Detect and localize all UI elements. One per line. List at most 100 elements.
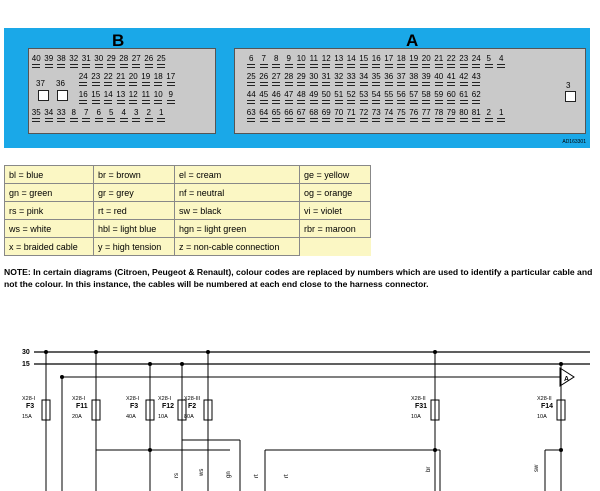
pin-contact (247, 64, 256, 65)
pin-contact (459, 103, 468, 104)
pin-contact (247, 121, 256, 122)
pin-contact (82, 64, 91, 65)
pin: 75 (395, 108, 408, 122)
legend-cell: rt = red (93, 201, 175, 220)
connector-panel: B A AD163301 40 39 38 32 31 30 29 28 27 26 25 24 23 2… (4, 28, 590, 148)
pin-contact (119, 67, 128, 68)
pin-number: 63 (246, 108, 256, 117)
pin: 77 (420, 108, 433, 122)
fuse-name: F31 (415, 403, 427, 410)
pin: 17 (383, 54, 396, 68)
pin-number: 59 (434, 90, 444, 99)
pin-number: 2 (486, 108, 491, 117)
pin-number: 58 (421, 90, 431, 99)
fuse-rating: 20A (72, 414, 82, 420)
pin-contact (141, 82, 150, 83)
legend-cell: rbr = maroon (299, 219, 371, 238)
legend-row: x = braided cable y = high tension z = non… (4, 237, 371, 256)
pin-contact (472, 103, 481, 104)
pin-contact (447, 67, 456, 68)
pin-contact (347, 121, 356, 122)
pin-number: 73 (371, 108, 381, 117)
legend-cell: hbl = light blue (93, 219, 175, 238)
pin-contact (322, 121, 331, 122)
pin-number: 49 (309, 90, 319, 99)
pin: 5 (105, 108, 118, 122)
fuse-name: F3 (130, 403, 138, 410)
pin-contact (409, 64, 418, 65)
pin-contact (322, 64, 331, 65)
pin-contact (259, 64, 268, 65)
pin-contact (157, 67, 166, 68)
pin-contact (459, 100, 468, 101)
pin: 22 (445, 54, 458, 68)
pin-number: 72 (359, 108, 369, 117)
pin-number: 18 (153, 72, 163, 81)
fuse-connector-label: X28-II (411, 396, 426, 402)
connector-a-row3: 44 45 46 47 48 49 50 51 52 53 54 55 56 57 58 59 60 61 62 (245, 90, 483, 104)
pin-number: 21 (116, 72, 126, 81)
pin: 46 (270, 90, 283, 104)
pin-number: 37 (396, 72, 406, 81)
pin-contact (247, 85, 256, 86)
pin-number: 22 (103, 72, 113, 81)
connector-b-row4: 35 34 33 8 7 6 5 4 3 2 1 (30, 108, 168, 122)
pin-contact (116, 82, 125, 83)
pin-number: 38 (56, 54, 66, 63)
pin-number: 4 (499, 54, 504, 63)
pin-contact (104, 82, 113, 83)
pin: 25 (245, 72, 258, 86)
pin-number: 27 (131, 54, 141, 63)
pin-contact (284, 82, 293, 83)
pin-contact (284, 121, 293, 122)
pin: 61 (458, 90, 471, 104)
wire-colour-label: ws (199, 469, 205, 477)
pin-contact (132, 121, 141, 122)
pin-number: 13 (116, 90, 126, 99)
pin: 15 (90, 90, 103, 104)
pin-contact (372, 82, 381, 83)
pin: 28 (118, 54, 131, 68)
pin-number: 50 (321, 90, 331, 99)
legend-cell: og = orange (299, 183, 371, 202)
pin-contact (372, 67, 381, 68)
pin-number: 80 (459, 108, 469, 117)
pin-contact (57, 118, 66, 119)
pin-contact (309, 64, 318, 65)
pin-contact (166, 85, 175, 86)
legend-row: gn = green gr = grey nf = neutral og = oran… (4, 183, 371, 202)
pin-number: 10 (296, 54, 306, 63)
pin-number: 46 (271, 90, 281, 99)
pin-contact (272, 64, 281, 65)
pin-contact (259, 103, 268, 104)
wire-colour-label: sw (534, 464, 540, 472)
fuse-rating: 10A (158, 414, 168, 420)
pin-number: 24 (78, 72, 88, 81)
pin: 20 (420, 54, 433, 68)
pin-contact (384, 67, 393, 68)
pin-contact (497, 118, 506, 119)
pin-contact (129, 103, 138, 104)
pin-number: 5 (486, 54, 491, 63)
pin-number: 69 (321, 108, 331, 117)
pin-contact (144, 64, 153, 65)
pin-contact (119, 64, 128, 65)
pin-number: 54 (371, 90, 381, 99)
pin-number: 18 (396, 54, 406, 63)
pin-number: 45 (259, 90, 269, 99)
pin-contact (91, 100, 100, 101)
pin-contact (447, 100, 456, 101)
pin-contact (484, 64, 493, 65)
pin-square (57, 90, 68, 101)
pin-number: 7 (84, 108, 89, 117)
fuse-rating: 40A (126, 414, 136, 420)
pin-contact (347, 64, 356, 65)
pin: 9 (283, 54, 296, 68)
fuse-connector-label: X28-I (126, 396, 140, 402)
pin-contact (459, 118, 468, 119)
pin: 27 (130, 54, 143, 68)
pin-number: 8 (274, 54, 279, 63)
pin-contact (272, 82, 281, 83)
pin-number: 19 (141, 72, 151, 81)
pin: 39 (43, 54, 56, 68)
